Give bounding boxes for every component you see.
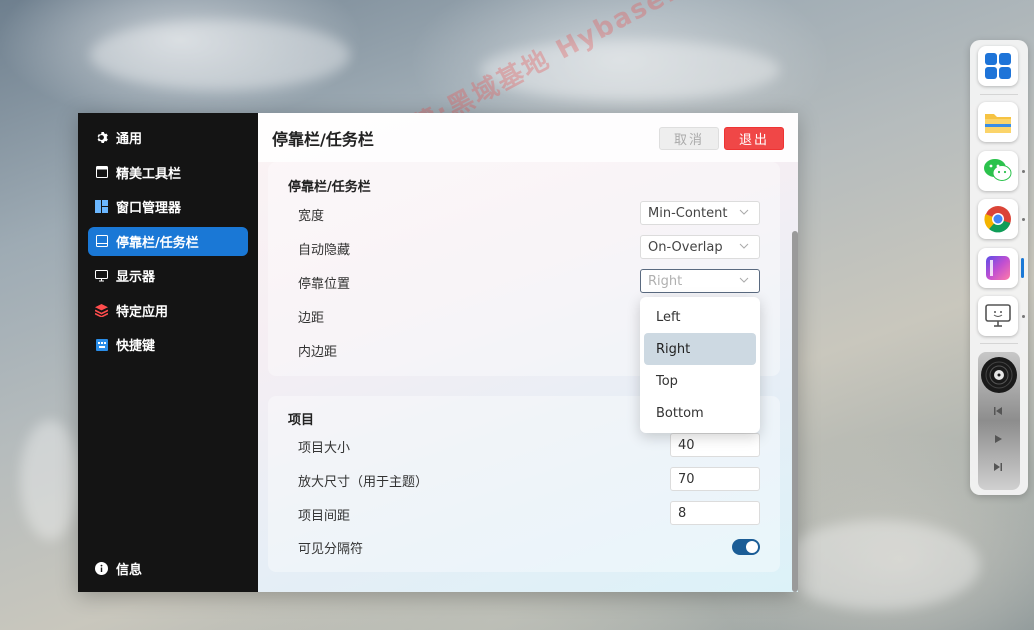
sidebar-item-window-manager[interactable]: 窗口管理器 [88,192,248,221]
chevron-down-icon [739,275,749,285]
width-select[interactable]: Min-Content [640,201,760,225]
sidebar-item-label: 特定应用 [116,304,169,320]
toolbar-icon [95,166,108,179]
autohide-value: On-Overlap [648,239,723,255]
sidebar-item-label: 信息 [116,563,143,578]
gear-icon [95,131,108,144]
media-player-widget [978,352,1020,490]
position-dropdown: Left Right Top Bottom [640,297,760,433]
running-indicator [1022,218,1025,221]
section-title: 项目 [288,413,315,428]
remote-desktop-icon[interactable] [978,296,1018,336]
start-menu-icon[interactable] [978,46,1018,86]
scrollbar[interactable] [792,231,798,592]
sidebar-item-label: 窗口管理器 [116,201,182,216]
active-app-indicator [1021,258,1024,278]
background-cloud [780,520,980,610]
margin-label: 边距 [298,311,325,326]
chrome-icon[interactable] [978,199,1018,239]
vinyl-disc-icon [980,356,1018,394]
sidebar-item-dock-taskbar[interactable]: 停靠栏/任务栏 [88,226,248,256]
position-select[interactable]: Right [640,269,760,293]
sidebar: 通用 精美工具栏 窗口管理器 停靠栏/任务栏 显示器 特定应用 快捷键 信息 [78,113,258,592]
item-size-label: 项目大小 [298,441,351,456]
item-spacing-label: 项目间距 [298,509,351,524]
position-label: 停靠位置 [298,277,351,292]
sidebar-item-label: 通用 [116,132,143,147]
width-label: 宽度 [298,209,325,224]
monitor-icon [95,269,108,282]
exit-button[interactable]: 退出 [724,127,784,150]
sidebar-item-monitor[interactable]: 显示器 [88,261,248,290]
info-icon [95,562,108,575]
sidebar-item-app-specific[interactable]: 特定应用 [88,296,248,325]
play-icon[interactable] [993,434,1003,447]
previous-icon[interactable] [993,406,1003,419]
sidebar-item-toolbar[interactable]: 精美工具栏 [88,158,248,187]
wechat-icon[interactable] [978,151,1018,191]
sidebar-item-label: 停靠栏/任务栏 [116,235,199,251]
dropdown-option-top[interactable]: Top [644,365,756,397]
background-cloud [90,20,350,90]
sidebar-item-shortcuts[interactable]: 快捷键 [88,330,248,359]
gradient-app-icon[interactable] [978,248,1018,288]
padding-label: 内边距 [298,345,338,360]
dock-icon [95,235,108,248]
item-spacing-input[interactable]: 8 [670,501,760,525]
running-indicator [1022,315,1025,318]
page-title: 停靠栏/任务栏 [272,129,374,149]
separator-toggle[interactable] [732,539,760,555]
autohide-label: 自动隐藏 [298,243,351,258]
zoom-size-label: 放大尺寸（用于主题） [298,475,429,490]
sidebar-item-label: 快捷键 [116,339,156,354]
separator-label: 可见分隔符 [298,542,364,557]
width-value: Min-Content [648,205,728,221]
sidebar-item-general[interactable]: 通用 [88,123,248,152]
dock-bar [970,40,1028,495]
running-indicator [1022,170,1025,173]
section-title: 停靠栏/任务栏 [288,180,371,195]
sidebar-item-label: 显示器 [116,270,156,285]
cancel-button[interactable]: 取消 [659,127,719,150]
dropdown-option-left[interactable]: Left [644,301,756,333]
next-icon[interactable] [993,462,1003,475]
keyboard-icon [95,338,108,351]
dropdown-option-bottom[interactable]: Bottom [644,397,756,429]
autohide-select[interactable]: On-Overlap [640,235,760,259]
background-cloud [20,420,80,540]
sidebar-item-label: 精美工具栏 [116,166,182,182]
dock-separator [980,343,1018,344]
dock-separator [980,94,1018,95]
zoom-size-input[interactable]: 70 [670,467,760,491]
chevron-down-icon [739,207,749,217]
layers-icon [95,303,108,317]
position-value: Right [648,273,683,289]
dropdown-option-right[interactable]: Right [644,333,756,365]
file-explorer-icon[interactable] [978,102,1018,142]
chevron-down-icon [739,241,749,251]
window-layout-icon [95,200,108,213]
item-size-input[interactable]: 40 [670,433,760,457]
sidebar-item-info[interactable]: 信息 [88,554,248,583]
